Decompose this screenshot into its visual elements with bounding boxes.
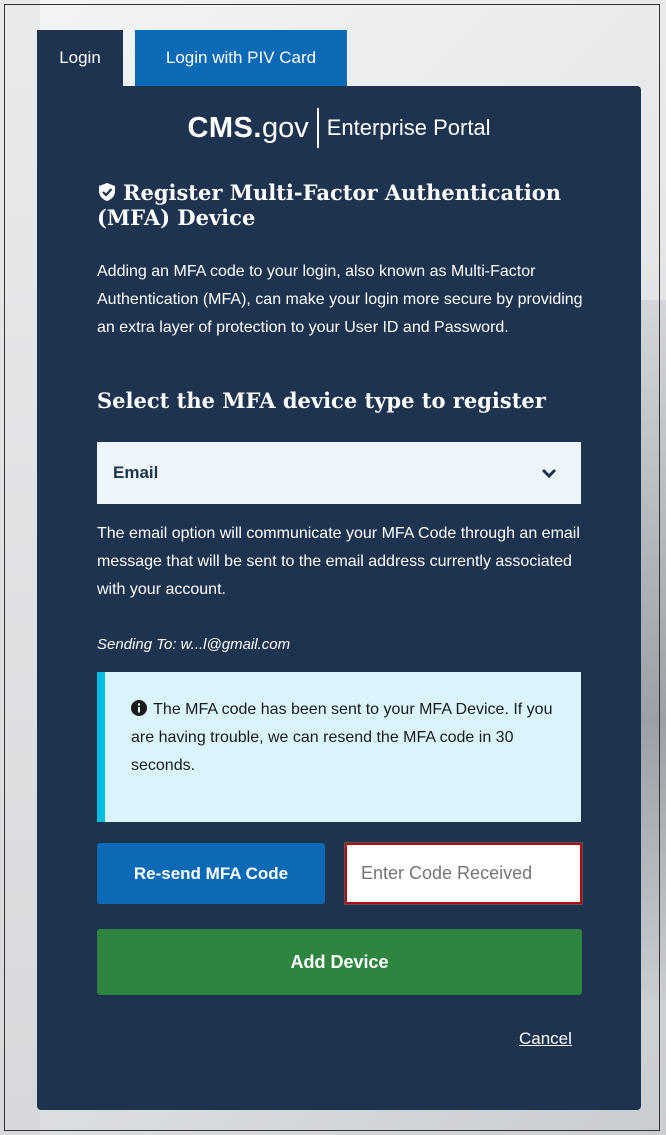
sending-to-label: Sending To: w...l@gmail.com: [97, 636, 291, 653]
cancel-link[interactable]: Cancel: [519, 1029, 572, 1049]
tab-login[interactable]: Login: [37, 30, 123, 86]
logo-divider: [316, 108, 319, 148]
cms-logo: CMS. gov Enterprise Portal: [37, 108, 641, 148]
tab-login-piv[interactable]: Login with PIV Card: [135, 30, 347, 86]
info-alert: The MFA code has been sent to your MFA D…: [97, 672, 581, 822]
logo-gov: gov: [261, 111, 309, 144]
device-type-select[interactable]: Email: [97, 442, 581, 504]
email-option-description: The email option will communicate your M…: [97, 525, 580, 598]
logo-cms: CMS.: [187, 111, 262, 144]
resend-code-button[interactable]: Re-send MFA Code: [97, 843, 325, 904]
mfa-description: Adding an MFA code to your login, also k…: [97, 263, 583, 336]
login-panel: CMS. gov Enterprise Portal Register Multi…: [37, 86, 641, 1110]
logo-portal: Enterprise Portal: [326, 115, 491, 140]
mfa-code-input[interactable]: [344, 842, 583, 905]
alert-text: The MFA code has been sent to your MFA D…: [131, 701, 553, 774]
select-device-heading: Select the MFA device type to register: [97, 388, 546, 413]
tab-login-label: Login: [59, 48, 101, 67]
device-type-value: Email: [113, 463, 159, 482]
shield-check-icon: [99, 183, 115, 201]
page-title-text: Register Multi-Factor Authentication (MF…: [97, 180, 562, 230]
tab-piv-label: Login with PIV Card: [165, 48, 317, 67]
resend-code-label: Re-send MFA Code: [133, 863, 289, 883]
chevron-down-icon: [541, 468, 557, 479]
info-icon: [131, 700, 147, 716]
add-device-label: Add Device: [290, 951, 389, 972]
page-title: Register Multi-Factor Authentication (MF…: [97, 180, 577, 230]
add-device-button[interactable]: Add Device: [97, 929, 582, 995]
